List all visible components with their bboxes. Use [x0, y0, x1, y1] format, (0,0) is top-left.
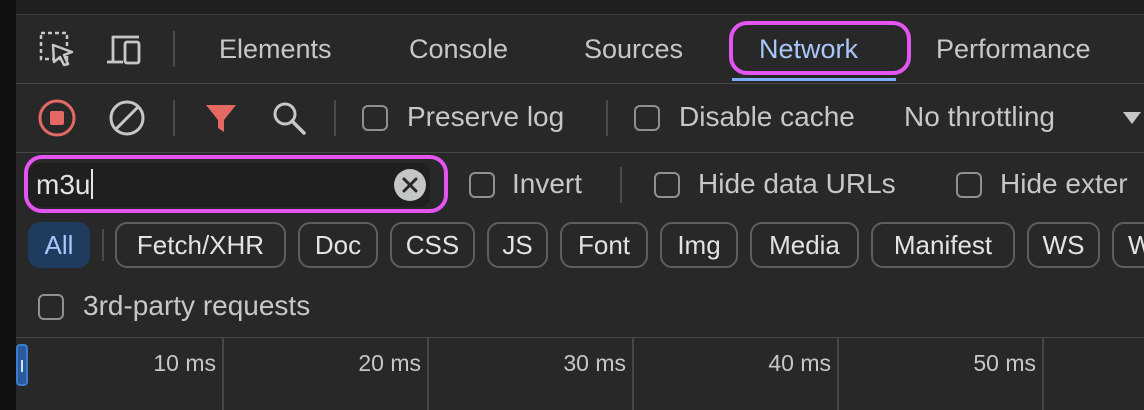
clear-log-icon[interactable] — [106, 98, 148, 138]
tab-performance[interactable]: Performance — [936, 15, 1091, 83]
filter-input-value: m3u — [36, 169, 91, 200]
filter-input[interactable]: m3u — [28, 163, 430, 207]
dropdown-triangle-icon[interactable] — [1120, 106, 1144, 130]
tab-sources-label: Sources — [584, 33, 684, 64]
filter-bar: m3u Invert Hide data URLs Hide exter All… — [16, 153, 1144, 338]
search-icon[interactable] — [268, 98, 310, 138]
type-filter-fetch-xhr-label: Fetch/XHR — [136, 229, 265, 260]
type-filter-all-label: All — [44, 229, 74, 260]
invert-checkbox[interactable] — [469, 172, 495, 198]
type-filter-media[interactable]: Media — [750, 222, 859, 268]
type-filter-fetch-xhr[interactable]: Fetch/XHR — [115, 222, 286, 268]
timeline-tick-label: 20 ms — [358, 350, 421, 376]
toolbar-separator-3 — [606, 100, 608, 136]
type-filter-all[interactable]: All — [28, 222, 90, 268]
type-filter-ws[interactable]: WS — [1027, 222, 1100, 268]
disable-cache-checkbox[interactable] — [634, 105, 660, 131]
type-filter-ws-label: WS — [1042, 229, 1085, 260]
devtools-window: Elements Console Sources Network Perform… — [0, 0, 1144, 410]
filter-funnel-icon[interactable] — [200, 98, 242, 138]
hide-extensions-label: Hide exter — [1000, 168, 1128, 199]
type-filter-img[interactable]: Img — [660, 222, 738, 268]
timeline-gridline — [427, 338, 429, 410]
type-filter-font[interactable]: Font — [560, 222, 648, 268]
type-filter-js[interactable]: JS — [487, 222, 548, 268]
type-filter-font-label: Font — [577, 229, 631, 260]
timeline-gridline — [1042, 338, 1044, 410]
third-party-checkbox[interactable] — [38, 294, 64, 320]
active-tab-underline — [732, 78, 896, 81]
third-party-label: 3rd-party requests — [83, 290, 311, 321]
preserve-log-label: Preserve log — [407, 101, 565, 132]
type-filter-js-label: JS — [502, 229, 533, 260]
timeline-tick-label: 40 ms — [768, 350, 831, 376]
hide-data-urls-label: Hide data URLs — [698, 168, 896, 199]
invert-label: Invert — [512, 168, 583, 199]
type-filter-media-label: Media — [769, 229, 840, 260]
tab-sources[interactable]: Sources — [584, 15, 683, 83]
window-top-strip — [0, 0, 1144, 15]
tab-performance-label: Performance — [936, 33, 1091, 64]
type-filter-separator — [102, 229, 104, 261]
network-overview-timeline[interactable]: 10 ms 20 ms 30 ms 40 ms 50 ms — [16, 337, 1144, 410]
toolbar-separator-1 — [173, 100, 175, 136]
timeline-gridline — [222, 338, 224, 410]
tab-console-label: Console — [409, 33, 509, 64]
tab-network-label: Network — [759, 33, 859, 64]
timeline-left-handle[interactable] — [16, 344, 28, 386]
type-filter-manifest[interactable]: Manifest — [871, 222, 1015, 268]
timeline-gridline — [632, 338, 634, 410]
timeline-tick-label: 10 ms — [153, 350, 216, 376]
handle-grip — [21, 360, 23, 372]
type-filter-doc-label: Doc — [314, 229, 362, 260]
network-toolbar: Preserve log Disable cache No throttling — [16, 84, 1144, 153]
type-filter-doc[interactable]: Doc — [298, 222, 378, 268]
timeline-gridline — [837, 338, 839, 410]
left-edge — [0, 0, 16, 410]
devtools-tab-bar: Elements Console Sources Network Perform… — [16, 15, 1144, 84]
type-filter-manifest-label: Manifest — [893, 229, 993, 260]
tab-elements-label: Elements — [219, 33, 332, 64]
tab-elements[interactable]: Elements — [219, 15, 332, 83]
tab-network[interactable]: Network — [759, 15, 858, 83]
disable-cache-label: Disable cache — [679, 101, 855, 132]
hide-extensions-checkbox[interactable] — [956, 172, 982, 198]
tabbar-separator — [173, 31, 175, 67]
select-element-icon[interactable] — [36, 29, 78, 69]
type-filter-css-label: CSS — [405, 229, 460, 260]
type-filter-css[interactable]: CSS — [390, 222, 475, 268]
timeline-tick-label: 30 ms — [563, 350, 626, 376]
type-filter-wasm[interactable]: W — [1112, 222, 1144, 268]
throttling-select[interactable]: No throttling — [904, 101, 1055, 133]
type-filter-wasm-label: W — [1128, 230, 1144, 261]
text-caret — [91, 169, 94, 199]
device-toolbar-icon[interactable] — [104, 29, 150, 69]
tab-console[interactable]: Console — [409, 15, 508, 83]
filter-separator-1 — [620, 167, 622, 203]
hide-data-urls-checkbox[interactable] — [654, 172, 680, 198]
toolbar-separator-2 — [334, 100, 336, 136]
type-filter-img-label: Img — [677, 229, 721, 260]
clear-input-icon[interactable] — [394, 169, 426, 201]
timeline-tick-label: 50 ms — [973, 350, 1036, 376]
stop-recording-icon[interactable] — [36, 98, 78, 138]
preserve-log-checkbox[interactable] — [362, 105, 388, 131]
